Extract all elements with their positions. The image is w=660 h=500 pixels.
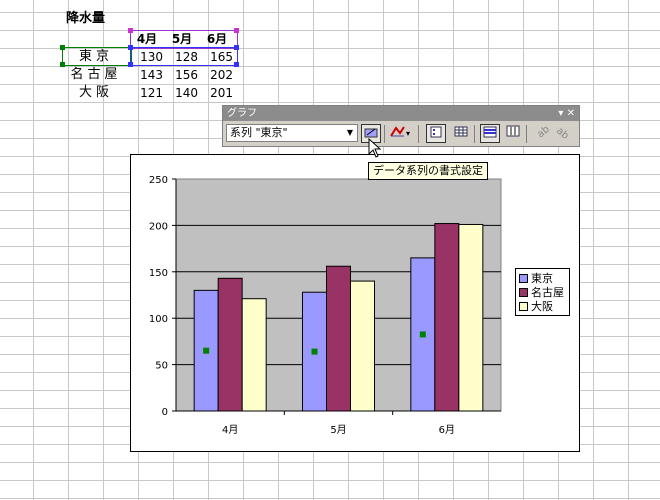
- legend-button[interactable]: [426, 124, 446, 143]
- cell-nagoya-apr[interactable]: 143: [131, 66, 163, 84]
- by-row-button[interactable]: [480, 124, 500, 143]
- chart-type-icon: ▾: [390, 126, 410, 138]
- svg-text:▾: ▾: [406, 129, 410, 138]
- toolbar-separator: [474, 125, 475, 143]
- range-handle[interactable]: [60, 45, 65, 50]
- legend-item-osaka[interactable]: 大阪: [519, 299, 566, 313]
- cell-osaka-may[interactable]: 140: [166, 84, 198, 102]
- bar-nagoya[interactable]: [326, 265, 351, 412]
- cell-osaka-jun[interactable]: 201: [201, 84, 233, 102]
- row-label-osaka[interactable]: 大阪: [62, 84, 130, 102]
- name-range-outline: [62, 47, 132, 66]
- toolbar-tooltip: データ系列の書式設定: [368, 162, 488, 180]
- chart-legend[interactable]: 東京 名古屋 大阪: [515, 268, 570, 316]
- mouse-cursor-icon: [368, 138, 382, 158]
- y-tick-label: 250: [149, 175, 168, 186]
- range-handle[interactable]: [60, 62, 65, 67]
- x-tick-label: 4月: [222, 424, 238, 436]
- sheet-title[interactable]: 降水量: [66, 10, 105, 28]
- bar-osaka[interactable]: [241, 298, 267, 412]
- toolbar-separator: [384, 125, 385, 143]
- by-row-icon: [483, 126, 497, 138]
- legend-label-osaka: 大阪: [531, 300, 553, 313]
- angle-text-up-button[interactable]: ab: [553, 124, 573, 143]
- y-tick-label: 50: [155, 361, 168, 372]
- bar-osaka[interactable]: [350, 280, 375, 412]
- toolbar-separator: [526, 125, 527, 143]
- legend-swatch-tokyo: [519, 273, 528, 283]
- selection-handle: [203, 347, 210, 354]
- svg-text:ab: ab: [555, 125, 571, 138]
- cell-nagoya-jun[interactable]: 202: [201, 66, 233, 84]
- chart-object-select-value: 系列 "東京": [230, 126, 288, 139]
- value-range-outline: [130, 47, 238, 66]
- column-chart[interactable]: 0 50 100 150 200 250 4月 5月 6月: [131, 155, 579, 451]
- legend-swatch-osaka: [519, 301, 528, 311]
- format-series-icon: [364, 128, 378, 138]
- angle-text-up-icon: ab: [554, 125, 571, 141]
- range-handle[interactable]: [128, 62, 133, 67]
- bar-nagoya[interactable]: [434, 223, 460, 412]
- range-handle[interactable]: [128, 28, 133, 33]
- cell-osaka-apr[interactable]: 121: [131, 84, 163, 102]
- bar-osaka[interactable]: [458, 223, 484, 412]
- selection-handle: [419, 331, 426, 338]
- chart-area[interactable]: 0 50 100 150 200 250 4月 5月 6月: [130, 154, 580, 452]
- legend-item-nagoya[interactable]: 名古屋: [519, 285, 566, 299]
- cell-nagoya-may[interactable]: 156: [166, 66, 198, 84]
- y-tick-label: 100: [149, 314, 168, 325]
- by-column-icon: [506, 125, 520, 137]
- svg-text:ab: ab: [535, 124, 549, 138]
- angle-text-down-button[interactable]: ab: [531, 124, 552, 143]
- data-table-button[interactable]: [451, 124, 471, 143]
- chart-toolbar[interactable]: グラフ ▾ ✕ 系列 "東京" ▼ ▾ ab ab: [222, 105, 580, 147]
- data-table-icon: [454, 126, 468, 137]
- y-tick-label: 150: [149, 268, 168, 279]
- chart-object-select[interactable]: 系列 "東京" ▼: [226, 124, 358, 142]
- range-handle[interactable]: [234, 45, 239, 50]
- by-column-button[interactable]: [503, 124, 523, 143]
- chart-type-button[interactable]: ▾: [388, 124, 414, 143]
- legend-item-tokyo[interactable]: 東京: [519, 271, 566, 285]
- y-tick-label: 200: [149, 221, 168, 232]
- range-handle[interactable]: [128, 45, 133, 50]
- row-label-nagoya[interactable]: 名古屋: [62, 66, 130, 84]
- angle-text-down-icon: ab: [535, 124, 552, 140]
- bar-nagoya[interactable]: [217, 277, 243, 412]
- legend-icon: [430, 126, 442, 138]
- x-tick-label: 5月: [330, 424, 346, 436]
- toolbar-titlebar[interactable]: グラフ ▾ ✕: [223, 106, 579, 121]
- y-tick-label: 0: [162, 407, 168, 418]
- selection-handle: [311, 348, 318, 355]
- range-handle[interactable]: [234, 28, 239, 33]
- toolbar-separator: [418, 125, 419, 143]
- legend-swatch-nagoya: [519, 287, 528, 297]
- toolbar-close-controls[interactable]: ▾ ✕: [558, 106, 575, 121]
- range-handle[interactable]: [234, 62, 239, 67]
- toolbar-title: グラフ: [227, 108, 257, 119]
- x-tick-label: 6月: [439, 424, 455, 436]
- chevron-down-icon[interactable]: ▼: [344, 126, 356, 140]
